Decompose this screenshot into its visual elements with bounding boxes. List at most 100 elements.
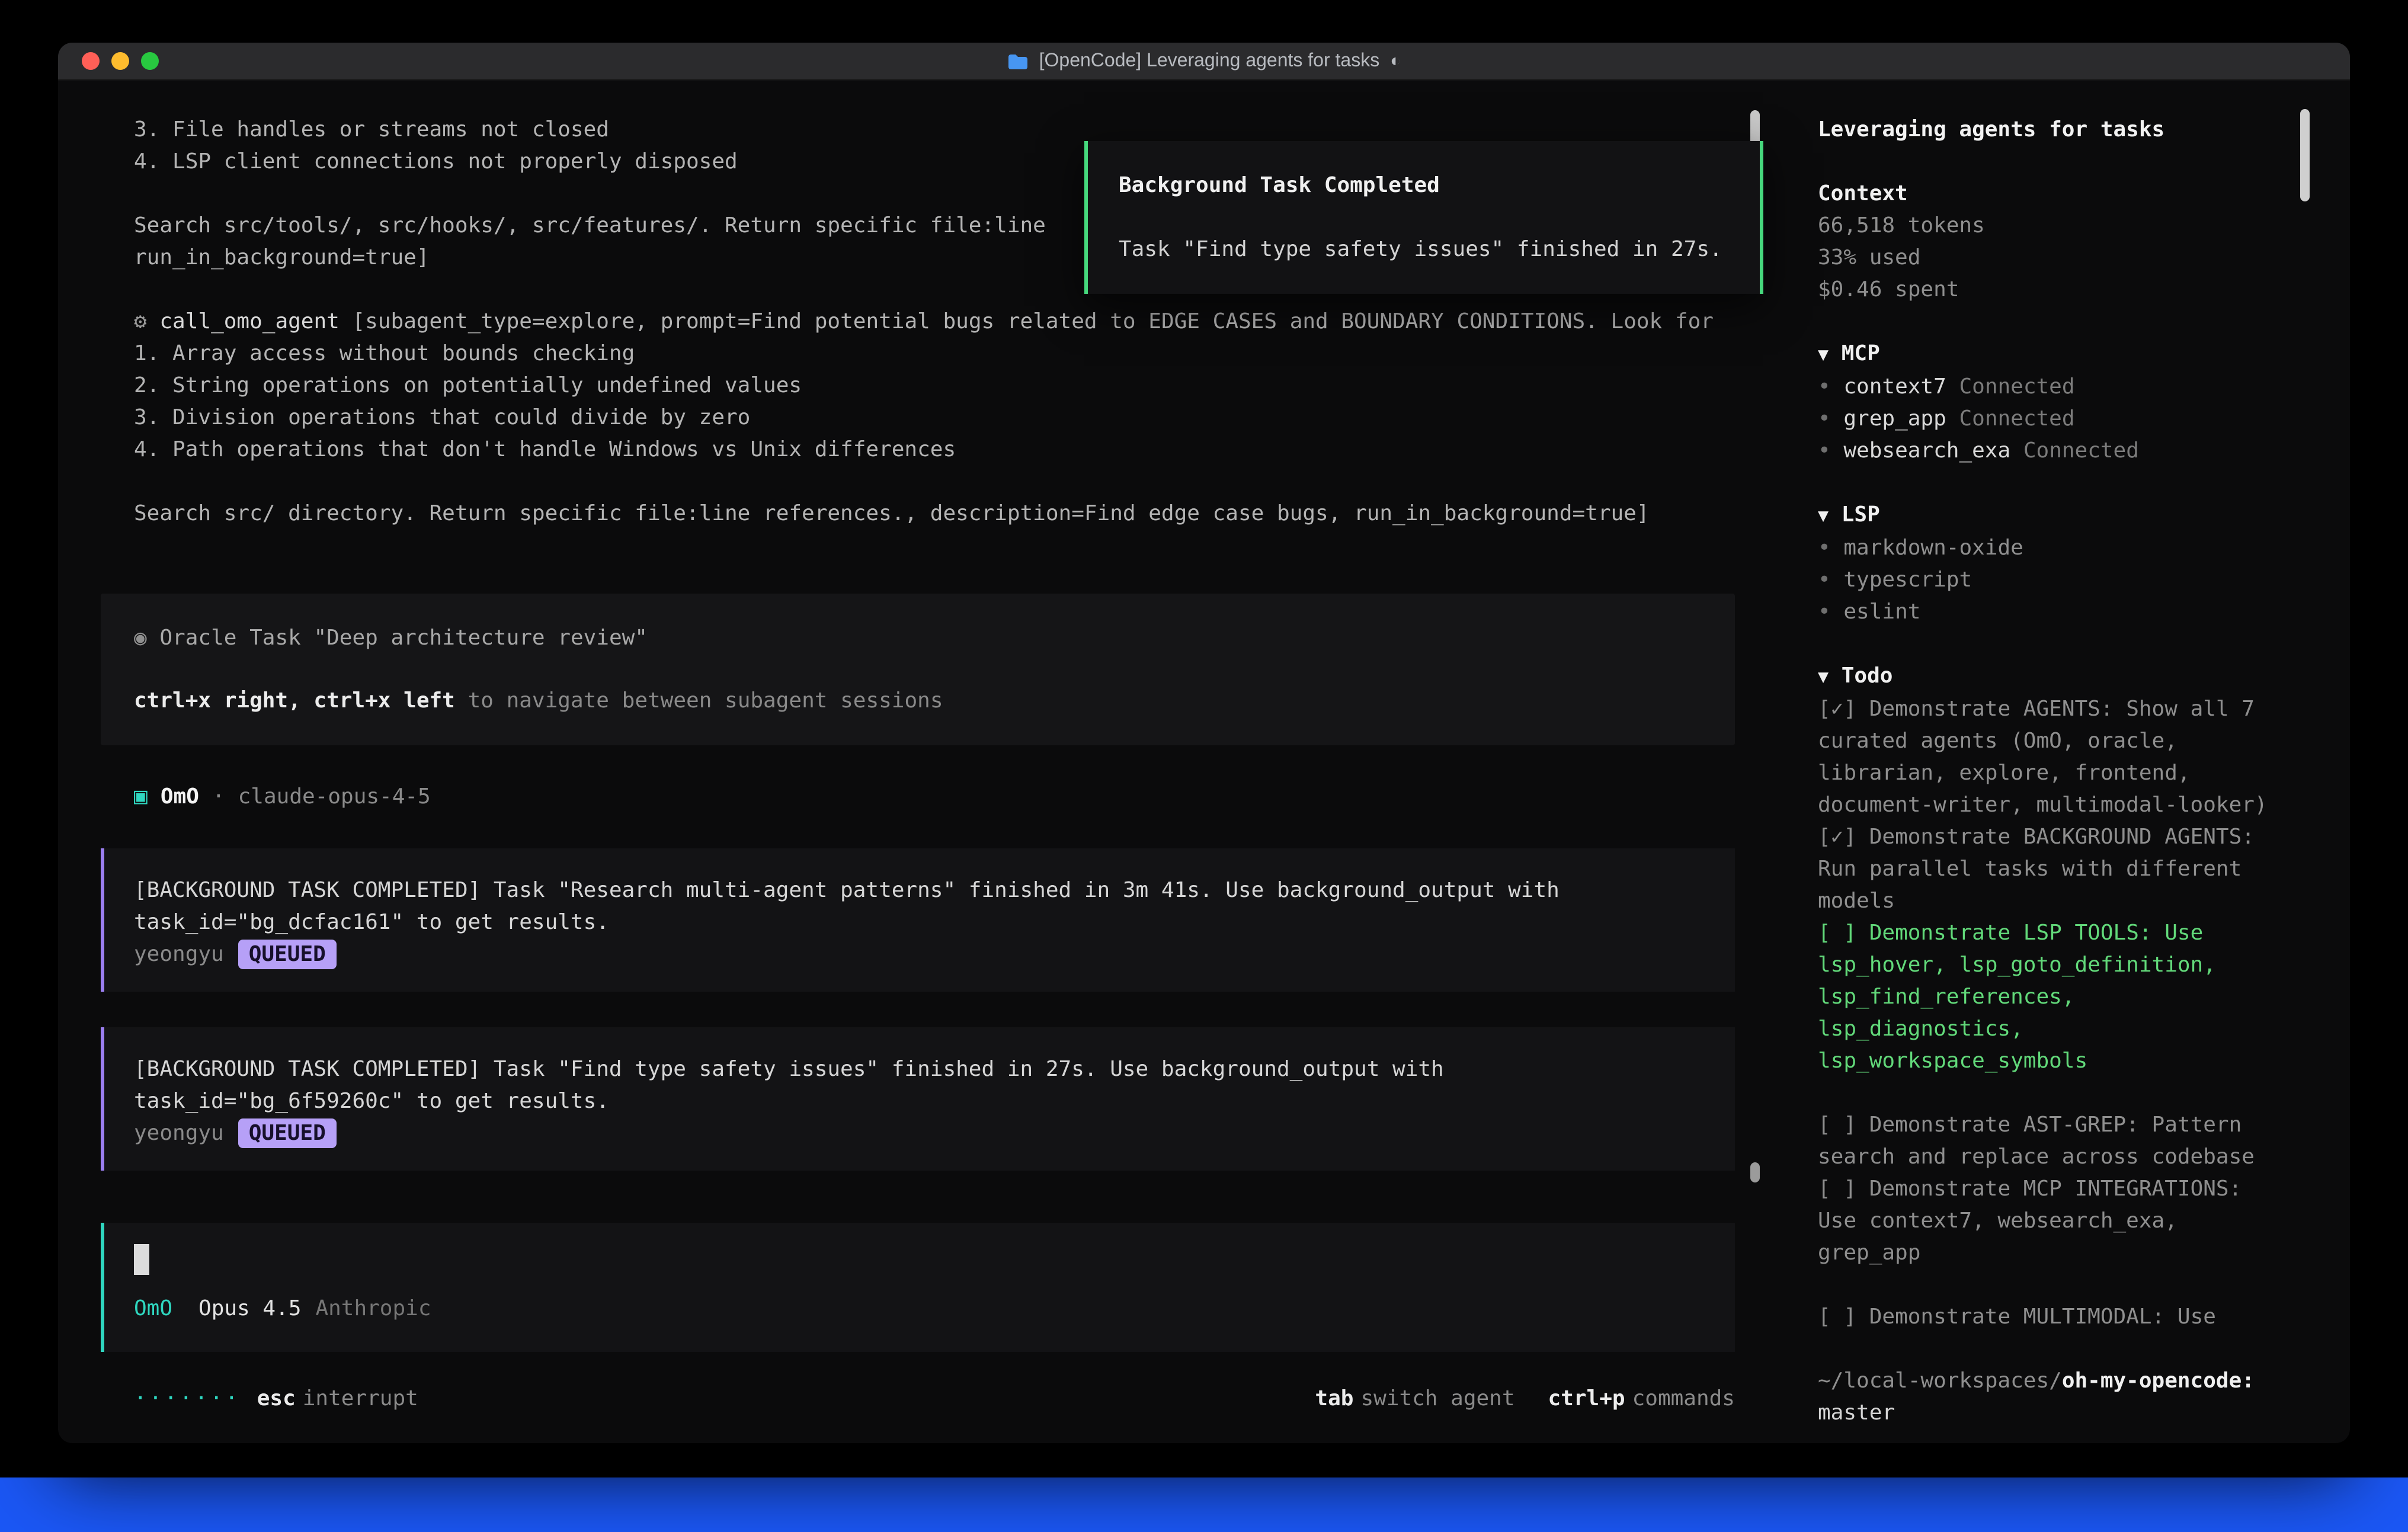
message-meta: yeongyu QUEUED [134, 1117, 1702, 1149]
record-icon: ◉ [134, 626, 147, 650]
agent-name: OmO [161, 781, 199, 813]
desktop-accent-strip [0, 1477, 2408, 1532]
bullet-icon: • [1818, 438, 1831, 463]
lsp-list: • markdown-oxide• typescript• eslint [1818, 532, 2288, 628]
separator-dot: · [212, 781, 225, 813]
status-bar: ·······escinterrupt tabswitch agent ctrl… [101, 1383, 1735, 1415]
tool-name: call_omo_agent [159, 309, 339, 334]
terminal-content: 3. File handles or streams not closed4. … [58, 81, 2350, 1443]
message-meta: yeongyu QUEUED [134, 938, 1702, 970]
commands-hint: ctrl+p commands [1548, 1383, 1735, 1415]
tool-call-line: ⚙ call_omo_agent [subagent_type=explore,… [101, 306, 1735, 338]
checkbox-icon: [ ] [1818, 1177, 1856, 1201]
esc-key-label: interrupt [303, 1386, 418, 1411]
workspace-repo: oh-my-opencode: [2062, 1368, 2255, 1393]
scrollbar-thumb[interactable] [1750, 1162, 1760, 1182]
todo-section-heading[interactable]: ▼ Todo [1818, 660, 2288, 693]
prompt-input[interactable]: OmO Opus 4.5 Anthropic [101, 1223, 1735, 1352]
context-heading: Context [1818, 178, 2288, 210]
context-used: 33% used [1818, 242, 2288, 274]
shortcut-hint: to navigate between subagent sessions [468, 688, 943, 713]
todo-text: Demonstrate AGENTS: Show all 7 curated a… [1818, 697, 2268, 818]
sidebar-scrollbar-thumb[interactable] [2300, 109, 2310, 201]
message-text: task_id="bg_dcfac161" to get results. [134, 906, 1702, 938]
todo-item: [ ] Demonstrate AST-GREP: Pattern search… [1818, 1109, 2288, 1173]
log-line [101, 466, 1735, 498]
tool-args: [subagent_type=explore, prompt=Find pote… [353, 309, 1714, 334]
context-tokens: 66,518 tokens [1818, 210, 2288, 242]
background-task-message: [BACKGROUND TASK COMPLETED] Task "Find t… [101, 1027, 1735, 1171]
session-title: Leveraging agents for tasks [1818, 114, 2288, 146]
model-info: OmO Opus 4.5 Anthropic [134, 1293, 1705, 1325]
todo-heading-label: Todo [1842, 664, 1893, 688]
todo-text: Demonstrate MCP INTEGRATIONS: Use contex… [1818, 1177, 2242, 1265]
username: yeongyu [134, 1117, 224, 1149]
spacer [134, 654, 1702, 685]
prompt-provider: Anthropic [315, 1296, 431, 1321]
shortcut-keys: ctrl+x right, ctrl+x left [134, 688, 455, 713]
log-line: 3. Division operations that could divide… [101, 402, 1735, 434]
agent-header: ▣ OmO · claude-opus-4-5 [101, 781, 1735, 813]
bullet-icon: • [1818, 374, 1831, 399]
lsp-item: • eslint [1818, 596, 2288, 628]
close-button[interactable] [82, 52, 100, 70]
esc-key-hint: esc [257, 1386, 296, 1411]
lsp-section-heading[interactable]: ▼ LSP [1818, 499, 2288, 532]
sidebar: Leveraging agents for tasks Context 66,5… [1794, 81, 2350, 1443]
ctrlp-key-hint: ctrl+p [1548, 1386, 1625, 1411]
toast-title: Background Task Completed [1119, 169, 1729, 201]
toast-body: Task "Find type safety issues" finished … [1119, 233, 1729, 265]
terminal-window: [OpenCode] Leveraging agents for tasks ◐… [58, 43, 2350, 1443]
lsp-name: typescript [1843, 568, 1972, 592]
tab-key-label: switch agent [1360, 1386, 1514, 1411]
checkbox-icon: [ ] [1818, 1305, 1856, 1329]
mcp-heading-label: MCP [1842, 341, 1880, 366]
todo-text: Demonstrate LSP TOOLS: Use lsp_hover, ls… [1818, 921, 2216, 1073]
oracle-task-panel[interactable]: ◉ Oracle Task "Deep architecture review"… [101, 594, 1735, 745]
tool-call-body: 1. Array access without bounds checking2… [101, 338, 1735, 530]
main-pane: 3. File handles or streams not closed4. … [58, 81, 1794, 1443]
gear-icon: ⚙ [134, 309, 147, 334]
lsp-name: eslint [1843, 600, 1920, 624]
mcp-name: websearch_exa [1843, 438, 2010, 463]
status-left: ·······escinterrupt [134, 1383, 418, 1415]
message-text: [BACKGROUND TASK COMPLETED] Task "Find t… [134, 1053, 1702, 1085]
mcp-item: • websearch_exa Connected [1818, 435, 2288, 467]
todo-item: [ ] Demonstrate MCP INTEGRATIONS: Use co… [1818, 1173, 2288, 1269]
screen: [OpenCode] Leveraging agents for tasks ◐… [0, 0, 2408, 1532]
workspace-branch: master [1818, 1400, 1895, 1425]
username: yeongyu [134, 938, 224, 970]
bullet-icon: • [1818, 600, 1831, 624]
context-spent: $0.46 spent [1818, 274, 2288, 306]
chevron-down-icon: ▼ [1818, 505, 1829, 526]
window-title-text: [OpenCode] Leveraging agents for tasks [1039, 50, 1380, 72]
background-task-message: [BACKGROUND TASK COMPLETED] Task "Resear… [101, 848, 1735, 992]
mcp-section-heading[interactable]: ▼ MCP [1818, 338, 2288, 371]
input-line[interactable] [134, 1244, 1705, 1276]
checkbox-icon: [ ] [1818, 1113, 1856, 1137]
toast-notification[interactable]: Background Task Completed Task "Find typ… [1084, 141, 1763, 294]
message-text: [BACKGROUND TASK COMPLETED] Task "Resear… [134, 874, 1702, 906]
prompt-model: Opus 4.5 [198, 1296, 301, 1321]
lsp-heading-label: LSP [1842, 502, 1880, 527]
message-text: task_id="bg_6f59260c" to get results. [134, 1085, 1702, 1117]
todo-item: [ ] Demonstrate LSP TOOLS: Use lsp_hover… [1818, 917, 2288, 1077]
minimize-button[interactable] [111, 52, 129, 70]
chevron-down-icon: ▼ [1818, 344, 1829, 365]
mcp-item: • grep_app Connected [1818, 403, 2288, 435]
prompt-agent: OmO [134, 1296, 172, 1321]
todo-text: Demonstrate AST-GREP: Pattern search and… [1818, 1113, 2255, 1169]
mcp-name: grep_app [1843, 406, 1946, 431]
todo-item: [✓] Demonstrate AGENTS: Show all 7 curat… [1818, 693, 2288, 821]
agent-icon: ▣ [134, 781, 148, 813]
bullet-icon: • [1818, 536, 1831, 560]
zoom-button[interactable] [141, 52, 159, 70]
status-right: tabswitch agent ctrl+pcommands [1315, 1383, 1735, 1415]
text-cursor [134, 1244, 149, 1275]
ctrlp-key-label: commands [1632, 1386, 1735, 1411]
todo-text: Demonstrate MULTIMODAL: Use [1869, 1305, 2216, 1329]
log-line: 4. Path operations that don't handle Win… [101, 434, 1735, 466]
agent-model: claude-opus-4-5 [238, 781, 431, 813]
window-titlebar[interactable]: [OpenCode] Leveraging agents for tasks ◐ [58, 43, 2350, 81]
todo-text: Demonstrate BACKGROUND AGENTS: Run paral… [1818, 825, 2255, 914]
